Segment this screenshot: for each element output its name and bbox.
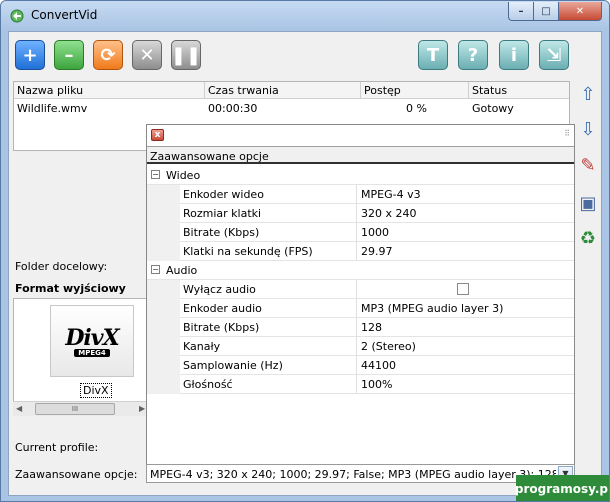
property-value-frame-size[interactable]: 320 x 240 <box>358 204 574 223</box>
property-row[interactable]: Klatki na sekundę (FPS) 29.97 <box>147 242 574 261</box>
property-name: Kanały <box>180 337 357 356</box>
maximize-button[interactable]: □ <box>533 2 559 21</box>
pause-button[interactable]: ❚❚ <box>171 40 201 70</box>
cell-status: Gotowy <box>472 102 514 115</box>
property-name: Enkoder audio <box>180 299 357 318</box>
property-row[interactable]: Rozmiar klatki 320 x 240 <box>147 204 574 223</box>
property-value-volume[interactable]: 100% <box>358 375 574 394</box>
edit-icon[interactable]: ✎ <box>578 154 598 176</box>
category-video[interactable]: − Wideo <box>147 166 574 185</box>
remove-file-button[interactable]: – <box>54 40 84 70</box>
property-value-channels[interactable]: 2 (Stereo) <box>358 337 574 356</box>
collapse-video-icon[interactable]: − <box>151 170 160 179</box>
property-name: Bitrate (Kbps) <box>180 223 357 242</box>
column-header-filename[interactable]: Nazwa pliku <box>14 82 205 99</box>
minimize-button[interactable]: – <box>508 2 534 21</box>
property-name: Samplowanie (Hz) <box>180 356 357 375</box>
cell-filename: Wildlife.wmv <box>17 102 88 115</box>
move-up-icon[interactable]: ⇧ <box>578 83 598 105</box>
property-name: Rozmiar klatki <box>180 204 357 223</box>
property-name: Klatki na sekundę (FPS) <box>180 242 357 261</box>
format-horizontal-scrollbar[interactable]: ◀ III ▶ <box>13 401 151 416</box>
tools-button[interactable]: T <box>418 40 448 70</box>
recycle-bin-icon[interactable]: ♻ <box>578 227 598 249</box>
title-bar[interactable]: ConvertVid – □ ✕ <box>1 1 609 31</box>
app-window: ConvertVid – □ ✕ + – ⟳ ✕ ❚❚ T ? i ⇲ Nazw… <box>0 0 610 502</box>
property-value-disable-audio[interactable] <box>358 280 574 299</box>
info-button[interactable]: i <box>499 40 529 70</box>
help-button[interactable]: ? <box>458 40 488 70</box>
format-list[interactable]: DivX MPEG4 DivX <box>13 298 151 416</box>
exit-button[interactable]: ⇲ <box>539 40 569 70</box>
property-value-video-encoder[interactable]: MPEG-4 v3 <box>358 185 574 204</box>
app-logo-icon <box>10 9 24 23</box>
panel-close-icon[interactable]: x <box>151 129 164 141</box>
property-row[interactable]: Wyłącz audio <box>147 280 574 299</box>
watermark: programosy.pl <box>515 475 609 501</box>
collapse-audio-icon[interactable]: − <box>151 265 160 274</box>
category-audio-label: Audio <box>166 264 198 277</box>
scroll-left-icon[interactable]: ◀ <box>16 404 22 413</box>
output-folder-label: Folder docelowy: <box>15 260 108 273</box>
cell-progress: 0 % <box>406 102 427 115</box>
divx-format-item[interactable]: DivX MPEG4 <box>50 305 134 377</box>
property-grid-header: Zaawansowane opcje <box>147 146 574 164</box>
column-header-progress[interactable]: Postęp <box>361 82 469 99</box>
property-value-sample-rate[interactable]: 44100 <box>358 356 574 375</box>
current-profile-label: Current profile: <box>15 441 99 454</box>
category-video-label: Wideo <box>166 169 201 182</box>
convert-button[interactable]: ⟳ <box>93 40 123 70</box>
property-name: Wyłącz audio <box>180 280 357 299</box>
output-format-label: Format wyjściowy <box>15 282 126 295</box>
divx-logo-sub: MPEG4 <box>74 349 110 357</box>
scroll-right-icon[interactable]: ▶ <box>139 404 145 413</box>
property-name: Enkoder wideo <box>180 185 357 204</box>
save-disk-icon[interactable]: ▣ <box>578 192 598 214</box>
property-value-fps[interactable]: 29.97 <box>358 242 574 261</box>
column-header-status[interactable]: Status <box>469 82 569 99</box>
property-row[interactable]: Bitrate (Kbps) 1000 <box>147 223 574 242</box>
divx-logo: DivX <box>65 325 119 351</box>
property-value-audio-bitrate[interactable]: 128 <box>358 318 574 337</box>
client-area: + – ⟳ ✕ ❚❚ T ? i ⇲ Nazwa pliku Czas trwa… <box>8 31 602 496</box>
category-audio[interactable]: − Audio <box>147 261 574 280</box>
property-value-video-bitrate[interactable]: 1000 <box>358 223 574 242</box>
stop-button[interactable]: ✕ <box>132 40 162 70</box>
advanced-options-panel[interactable]: x ⠿ Zaawansowane opcje − Wideo Enkoder w… <box>146 124 575 465</box>
property-name: Głośność <box>180 375 357 394</box>
add-file-button[interactable]: + <box>15 40 45 70</box>
disable-audio-checkbox[interactable] <box>457 283 469 295</box>
property-row[interactable]: Bitrate (Kbps) 128 <box>147 318 574 337</box>
cell-duration: 00:00:30 <box>208 102 258 115</box>
property-row[interactable]: Głośność 100% <box>147 375 574 394</box>
close-button[interactable]: ✕ <box>558 2 602 21</box>
advanced-options-combo[interactable]: MPEG-4 v3; 320 x 240; 1000; 29.97; False… <box>146 464 575 483</box>
property-row[interactable]: Kanały 2 (Stereo) <box>147 337 574 356</box>
advanced-options-label: Zaawansowane opcje: <box>15 468 138 481</box>
property-row[interactable]: Enkoder audio MP3 (MPEG audio layer 3) <box>147 299 574 318</box>
advanced-options-combo-value: MPEG-4 v3; 320 x 240; 1000; 29.97; False… <box>150 468 556 481</box>
move-down-icon[interactable]: ⇩ <box>578 118 598 140</box>
column-header-duration[interactable]: Czas trwania <box>205 82 361 99</box>
resize-grip-icon[interactable]: ⠿ <box>564 129 570 138</box>
property-name: Bitrate (Kbps) <box>180 318 357 337</box>
property-row[interactable]: Enkoder wideo MPEG-4 v3 <box>147 185 574 204</box>
property-row[interactable]: Samplowanie (Hz) 44100 <box>147 356 574 375</box>
window-title: ConvertVid <box>31 8 98 22</box>
scroll-thumb[interactable]: III <box>35 403 115 415</box>
property-value-audio-encoder[interactable]: MP3 (MPEG audio layer 3) <box>358 299 574 318</box>
divx-format-caption[interactable]: DivX <box>80 383 112 398</box>
